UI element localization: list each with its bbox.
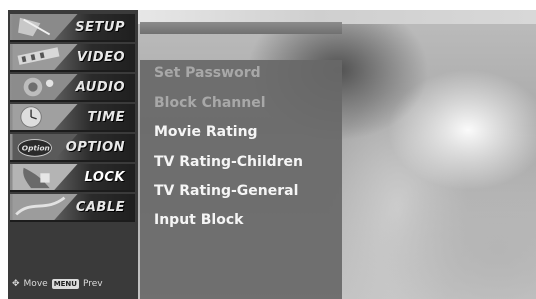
- tab-video[interactable]: VIDEO: [10, 44, 135, 72]
- video-icon: [12, 44, 78, 70]
- submenu-title-bar: [140, 22, 342, 34]
- submenu-item-block-channel[interactable]: Block Channel: [154, 95, 266, 111]
- tab-lock-label: LOCK: [84, 169, 125, 185]
- submenu-item-set-password[interactable]: Set Password: [154, 65, 261, 81]
- audio-icon: [12, 74, 78, 100]
- tab-time-label: TIME: [87, 109, 125, 125]
- footer-prev-label: Prev: [82, 279, 103, 289]
- footer-move-label: Move: [23, 279, 48, 289]
- move-arrows-icon: ✥: [12, 279, 20, 289]
- submenu-item-input-block[interactable]: Input Block: [154, 212, 243, 228]
- svg-text:Option: Option: [22, 144, 50, 153]
- cable-icon: [12, 194, 78, 220]
- tab-cable[interactable]: CABLE: [10, 194, 135, 222]
- tab-cable-label: CABLE: [75, 199, 125, 215]
- main-menu: SETUP VIDEO AUDIO TIME Option OPTION LOC…: [8, 10, 138, 299]
- menu-footer: ✥ Move MENU Prev: [12, 276, 132, 292]
- tab-option-label: OPTION: [65, 139, 125, 155]
- tab-setup-label: SETUP: [75, 19, 125, 35]
- submenu-item-tv-rating-children[interactable]: TV Rating-Children: [154, 154, 303, 170]
- tab-audio-label: AUDIO: [75, 79, 125, 95]
- setup-icon: [12, 14, 78, 40]
- submenu-item-movie-rating[interactable]: Movie Rating: [154, 124, 258, 140]
- tab-setup[interactable]: SETUP: [10, 14, 135, 42]
- tab-video-label: VIDEO: [76, 49, 125, 65]
- tab-audio[interactable]: AUDIO: [10, 74, 135, 102]
- time-icon: [12, 104, 78, 130]
- menu-key-icon: MENU: [51, 279, 79, 289]
- lock-icon: [12, 164, 78, 190]
- tv-screen: SETUP VIDEO AUDIO TIME Option OPTION LOC…: [0, 0, 536, 299]
- tab-time[interactable]: TIME: [10, 104, 135, 132]
- tab-lock[interactable]: LOCK: [10, 164, 135, 192]
- submenu-item-tv-rating-general[interactable]: TV Rating-General: [154, 183, 298, 199]
- lock-submenu: Set Password Block Channel Movie Rating …: [140, 60, 342, 299]
- tab-option[interactable]: Option OPTION: [10, 134, 135, 162]
